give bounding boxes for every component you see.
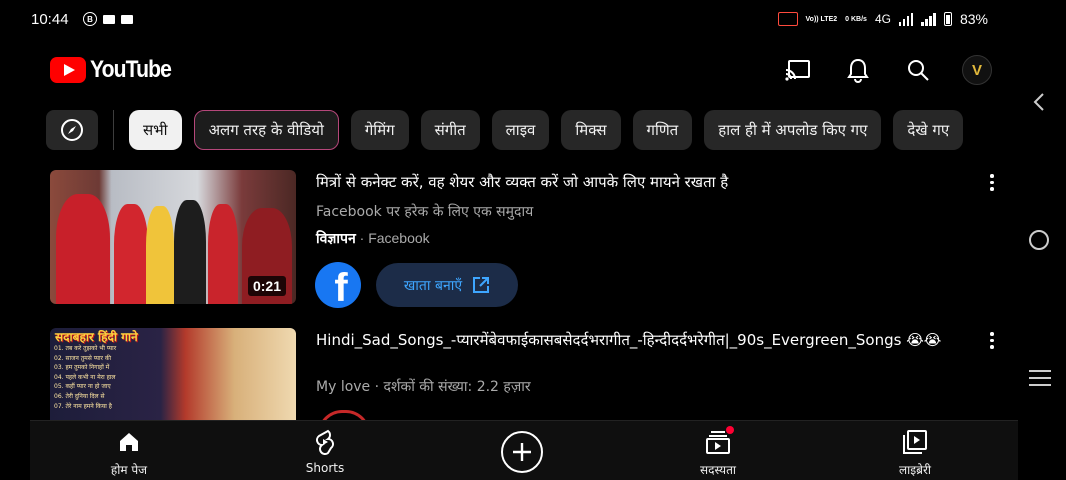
- youtube-play-icon: [50, 57, 86, 83]
- network-speed: 0 KB/s: [845, 15, 867, 23]
- chip-watched[interactable]: देखे गए: [893, 110, 964, 150]
- nav-library-label: लाइब्रेरी: [898, 463, 931, 477]
- category-chips: सभी अलग तरह के वीडियो गेमिंग संगीत लाइव …: [46, 110, 1014, 150]
- home-icon: [115, 429, 143, 455]
- search-icon[interactable]: [902, 55, 934, 85]
- explore-button[interactable]: [46, 110, 98, 150]
- ad-more-options-icon[interactable]: [990, 174, 994, 194]
- avatar[interactable]: V: [962, 55, 992, 85]
- ad-advertiser: Facebook: [368, 230, 430, 246]
- notification-dot: [726, 426, 734, 434]
- shorts-icon: [311, 429, 339, 455]
- video-meta: My love · दर्शकों की संख्या: 2.2 हज़ार: [316, 379, 531, 395]
- back-chevron-icon: [1033, 93, 1044, 111]
- chip-recently-uploaded[interactable]: हाल ही में अपलोड किए गए: [704, 110, 882, 150]
- battery-percent: 83%: [959, 11, 988, 27]
- create-button[interactable]: [501, 431, 543, 473]
- status-left-icons: B: [83, 12, 133, 26]
- signal-icon-2: [921, 12, 936, 26]
- cta-label: खाता बनाएँ: [403, 277, 463, 294]
- video-duration: 0:21: [247, 276, 286, 296]
- meta-separator: ·: [359, 230, 365, 246]
- chip-live[interactable]: लाइव: [491, 110, 550, 150]
- chip-music[interactable]: संगीत: [420, 110, 480, 150]
- plus-icon: [513, 443, 531, 461]
- chip-mixes[interactable]: मिक्स: [561, 110, 621, 150]
- chip-math[interactable]: गणित: [632, 110, 693, 150]
- video-icon: [103, 14, 115, 24]
- thumbnail-song-list: 01. तब करे तुझको भी प्यार 02. साजन तुमसे…: [54, 345, 117, 410]
- signal-icon: [898, 12, 914, 26]
- compass-icon: [61, 119, 83, 141]
- nav-library[interactable]: लाइब्रेरी: [855, 429, 975, 478]
- b-icon: B: [83, 12, 97, 26]
- create-account-button[interactable]: खाता बनाएँ: [376, 263, 518, 307]
- app-name: YouTube: [90, 56, 172, 83]
- thumbnail-title: सदाबहार हिंदी गाने: [55, 330, 138, 344]
- ad-meta: विज्ञापन · Facebook: [316, 229, 430, 248]
- subscriptions-icon: [704, 426, 734, 455]
- nav-home[interactable]: होम पेज: [69, 429, 189, 478]
- notifications-icon[interactable]: [842, 55, 874, 85]
- ad-badge: विज्ञापन: [316, 231, 356, 247]
- video-thumbnail[interactable]: सदाबहार हिंदी गाने 01. तब करे तुझको भी प…: [50, 328, 296, 420]
- cast-icon[interactable]: [782, 55, 814, 85]
- back-nav-button[interactable]: [1032, 92, 1046, 117]
- chip-different-videos[interactable]: अलग तरह के वीडियो: [193, 110, 339, 150]
- recents-nav-button[interactable]: [1029, 370, 1051, 391]
- facebook-logo-icon[interactable]: f: [315, 262, 361, 308]
- chip-divider: [113, 110, 114, 150]
- nav-subscriptions-label: सदस्यता: [699, 463, 737, 477]
- video-more-options-icon[interactable]: [990, 332, 994, 352]
- status-bar: 10:44 B Vo)) LTE2 0 KB/s 4G 83%: [0, 0, 1066, 40]
- external-link-icon: [473, 277, 490, 293]
- video-call-icon: [121, 14, 133, 24]
- ad-title[interactable]: मित्रों से कनेक्ट करें, वह शेयर और व्यक्…: [316, 172, 976, 192]
- nav-shorts[interactable]: Shorts: [265, 429, 385, 475]
- nav-shorts-label: Shorts: [305, 461, 345, 475]
- volte-indicator: Vo)) LTE2: [805, 15, 838, 23]
- battery-icon: [943, 12, 952, 26]
- ad-subtitle: Facebook पर हरेक के लिए एक समुदाय: [316, 204, 534, 220]
- video-title[interactable]: Hindi_Sad_Songs_-प्यारमेंबेवफाईकासबसेदर्…: [316, 329, 976, 352]
- status-time: 10:44: [31, 11, 69, 28]
- chip-gaming[interactable]: गेमिंग: [350, 110, 409, 150]
- nav-home-label: होम पेज: [110, 463, 148, 477]
- youtube-logo[interactable]: YouTube: [50, 56, 182, 84]
- home-nav-button[interactable]: [1029, 230, 1049, 250]
- status-right-icons: Vo)) LTE2 0 KB/s 4G 83%: [777, 11, 988, 27]
- header-actions: V: [782, 55, 992, 85]
- screen-cast-icon: [777, 12, 798, 26]
- bottom-navigation: होम पेज Shorts सदस्यता लाइब्रेरी: [30, 420, 1018, 480]
- network-type: 4G: [874, 12, 891, 26]
- ad-thumbnail[interactable]: 0:21: [50, 170, 296, 304]
- chip-all[interactable]: सभी: [129, 110, 182, 150]
- nav-subscriptions[interactable]: सदस्यता: [658, 426, 778, 478]
- library-icon: [901, 429, 929, 455]
